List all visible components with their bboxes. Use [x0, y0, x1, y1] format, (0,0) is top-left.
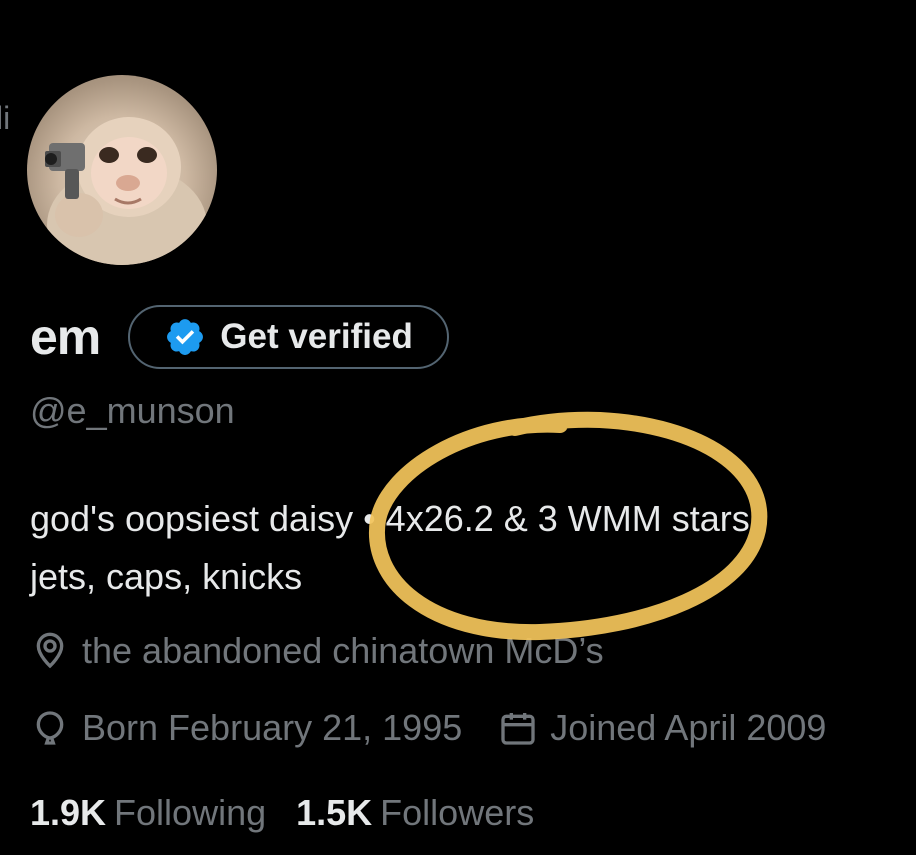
joined-item: Joined April 2009 — [498, 707, 826, 749]
calendar-icon — [501, 713, 535, 745]
verified-badge-icon — [167, 319, 204, 355]
followers-label: Followers — [380, 792, 535, 833]
birthday-text: Born February 21, 1995 — [82, 707, 463, 748]
following-label: Following — [114, 792, 267, 833]
joined-text: Joined April 2009 — [550, 707, 827, 748]
location-pin-icon — [36, 632, 64, 669]
dates-row: Born February 21, 1995 Joined April 2009 — [30, 707, 862, 749]
followers-link[interactable]: 1.5K Followers — [296, 792, 534, 834]
display-name: em — [30, 309, 101, 365]
following-link[interactable]: 1.9K Following — [30, 792, 266, 834]
name-row: em Get verified — [30, 305, 449, 369]
location-row: the abandoned chinatown McD’s — [30, 630, 604, 672]
bio-line: god's oopsiest daisy • 4x26.2 & 3 WMM st… — [30, 498, 750, 539]
monkey-avatar-image — [45, 117, 207, 265]
avatar[interactable] — [27, 75, 217, 265]
get-verified-label: Get verified — [220, 317, 413, 356]
username-handle: @e_munson — [30, 390, 235, 431]
birthday-item: Born February 21, 1995 — [30, 707, 462, 749]
profile-bio: god's oopsiest daisy • 4x26.2 & 3 WMM st… — [30, 490, 750, 606]
follow-counts: 1.9K Following 1.5K Followers — [30, 792, 564, 834]
location-text: the abandoned chinatown McD’s — [82, 630, 604, 671]
clipped-edge-text: li — [0, 100, 11, 136]
bio-line: jets, caps, knicks — [30, 556, 303, 597]
balloon-icon — [36, 711, 64, 745]
following-count: 1.9K — [30, 792, 107, 833]
get-verified-button[interactable]: Get verified — [128, 305, 449, 369]
followers-count: 1.5K — [296, 792, 373, 833]
